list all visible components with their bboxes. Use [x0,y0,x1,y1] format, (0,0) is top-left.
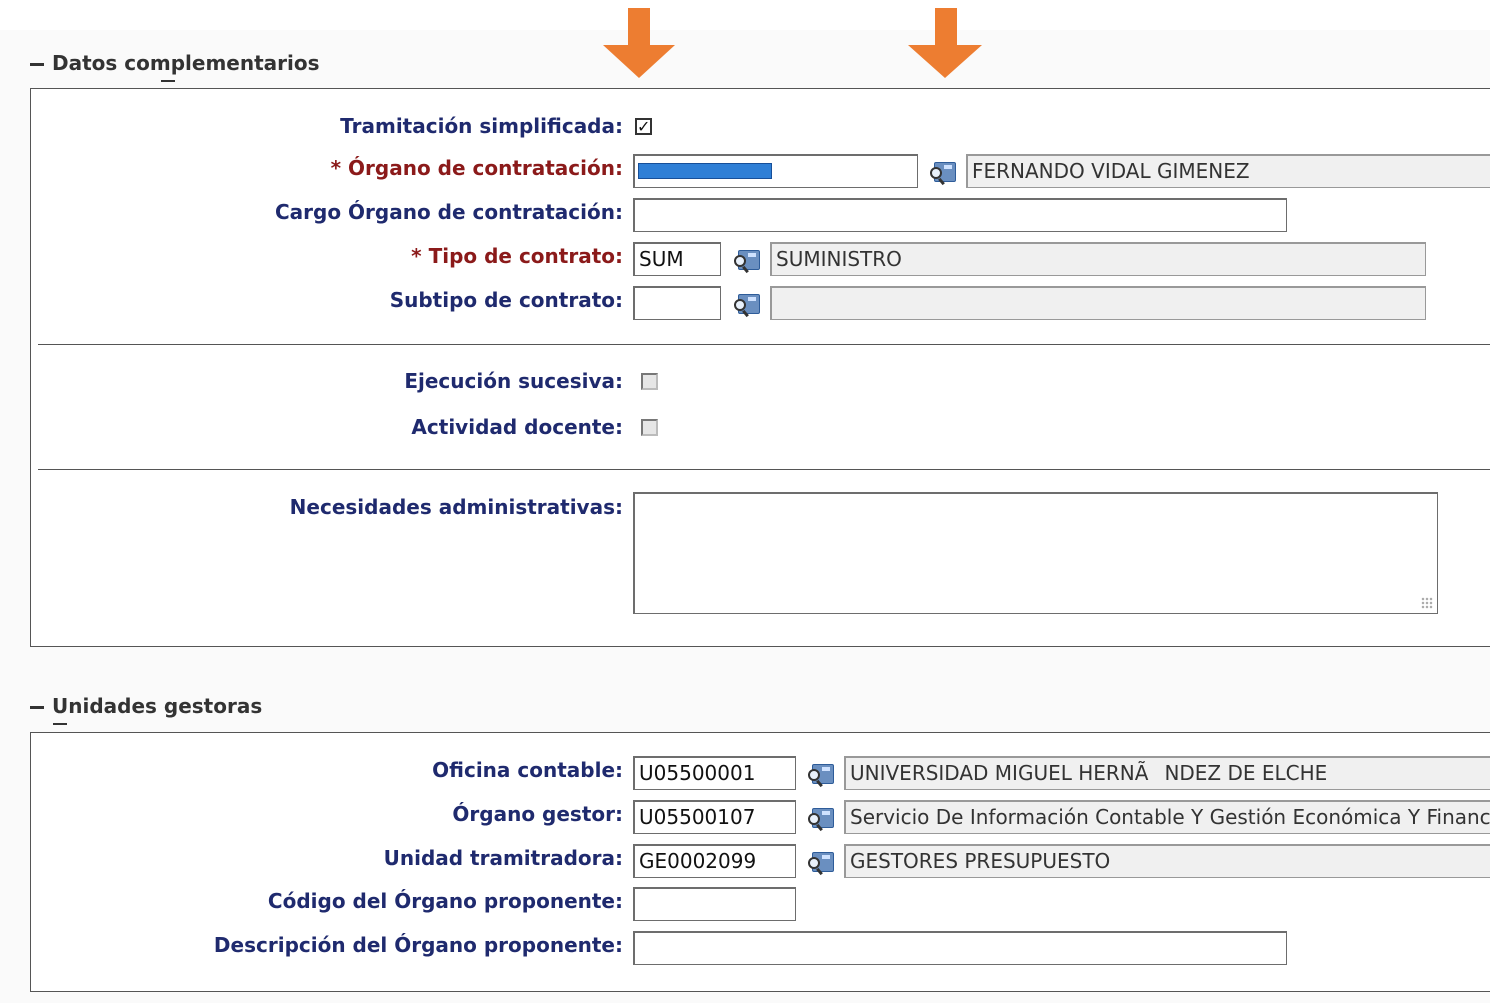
section-title-datos: Datos complementarios [52,51,320,75]
necesidades-label: Necesidades administrativas: [289,495,623,519]
organo-contratacion-description: FERNANDO VIDAL GIMENEZ [966,154,1490,188]
cargo-label: Cargo Órgano de contratación: [274,200,623,224]
oficina-description: UNIVERSIDAD MIGUEL HERNÃNDEZ DE ELCHE [844,756,1490,790]
tramitacion-label: Tramitación simplificada: [340,114,623,138]
organo-gestor-input[interactable]: U05500107 [633,800,796,834]
accesskey-underline [161,80,175,82]
unidad-tramitadora-label: Unidad tramitradora: [383,846,623,870]
tipo-contrato-description: SUMINISTRO [770,242,1426,276]
tipo-contrato-label: * Tipo de contrato: [411,244,623,268]
section-header-datos[interactable]: Datos complementarios [30,51,320,75]
oficina-input[interactable]: U05500001 [633,756,796,790]
cargo-input[interactable] [633,198,1287,232]
organo-contratacion-label: * Órgano de contratación: [330,156,623,180]
collapse-minus-icon[interactable] [30,705,44,709]
organo-gestor-lookup-icon[interactable] [808,806,834,832]
necesidades-textarea[interactable] [633,492,1438,614]
unidad-lookup-icon[interactable] [808,850,834,876]
descripcion-proponente-input[interactable] [633,931,1287,965]
unidad-tramitadora-description: GESTORES PRESUPUESTO [844,844,1490,878]
descripcion-proponente-label: Descripción del Órgano proponente: [213,933,623,957]
ejecucion-label: Ejecución sucesiva: [404,369,623,393]
organo-contratacion-input[interactable] [633,154,918,188]
separator [38,469,1490,470]
tipo-lookup-icon[interactable] [734,248,760,274]
subtipo-contrato-input[interactable] [633,286,721,320]
organo-gestor-label: Órgano gestor: [452,802,623,826]
codigo-proponente-label: Código del Órgano proponente: [267,889,623,913]
annotation-arrow-checkbox [603,8,675,78]
subtipo-contrato-label: Subtipo de contrato: [389,288,623,312]
subtipo-contrato-description [770,286,1426,320]
tipo-contrato-input[interactable]: SUM [633,242,721,276]
oficina-label: Oficina contable: [432,758,623,782]
oficina-lookup-icon[interactable] [808,762,834,788]
redacted-value [638,163,772,179]
codigo-proponente-input[interactable] [633,887,796,921]
collapse-minus-icon[interactable] [30,62,44,66]
actividad-checkbox[interactable] [641,419,658,436]
subtipo-lookup-icon[interactable] [734,292,760,318]
tramitacion-checkbox[interactable]: ✓ [635,118,652,135]
organo-gestor-description: Servicio De Información Contable Y Gesti… [844,800,1490,834]
section-title-unidades: Unidades gestoras [52,694,263,718]
ejecucion-checkbox[interactable] [641,373,658,390]
separator [38,344,1490,345]
unidad-tramitadora-input[interactable]: GE0002099 [633,844,796,878]
resize-grip-icon[interactable] [1421,597,1433,609]
accesskey-underline [53,723,67,725]
organo-lookup-icon[interactable] [930,160,956,186]
annotation-arrow-lookup [908,8,983,78]
actividad-label: Actividad docente: [411,415,623,439]
section-header-unidades[interactable]: Unidades gestoras [30,694,262,718]
